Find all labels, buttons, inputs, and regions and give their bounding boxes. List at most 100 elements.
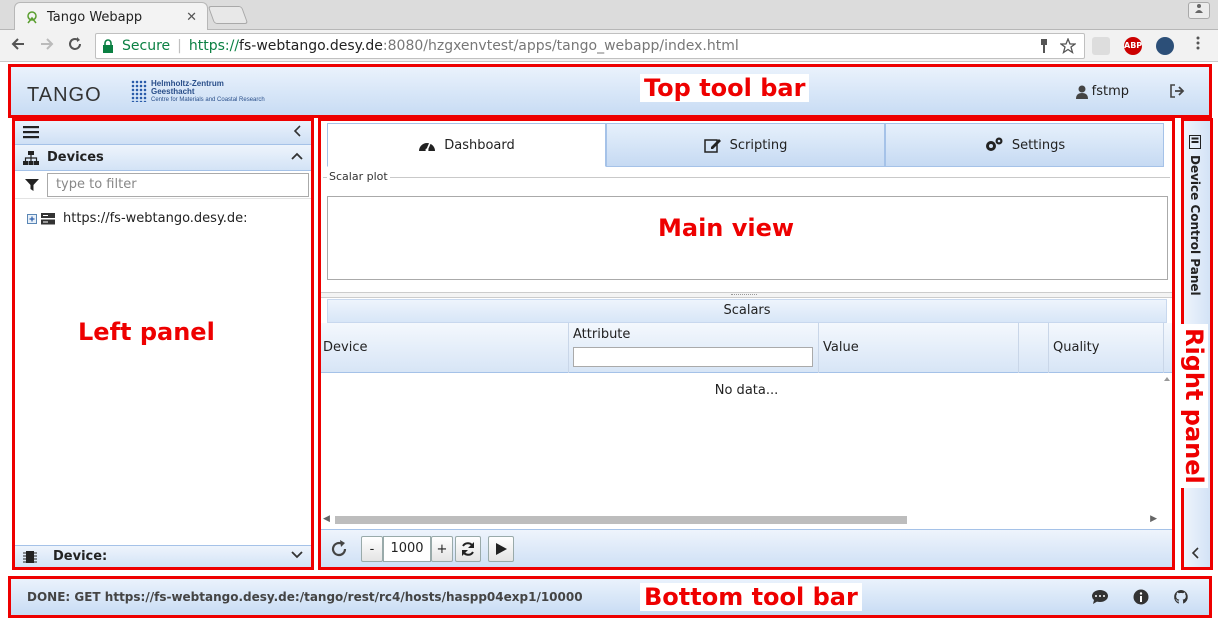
device-panel-icon xyxy=(1189,135,1201,149)
gears-icon xyxy=(985,137,1003,151)
bookmark-star-icon[interactable] xyxy=(1060,38,1076,54)
user-menu[interactable]: fstmp xyxy=(1075,84,1129,99)
column-attribute[interactable]: Attribute xyxy=(569,323,819,373)
tree-item-root[interactable]: https://fs-webtango.desy.de: xyxy=(27,211,248,226)
tango-favicon-icon xyxy=(27,11,37,24)
reload-icon[interactable] xyxy=(65,36,85,56)
server-icon xyxy=(41,212,55,224)
status-message: DONE: GET https://fs-webtango.desy.de:/t… xyxy=(27,590,583,604)
filter-row xyxy=(15,171,311,199)
horizontal-scroll-thumb[interactable] xyxy=(335,516,907,524)
key-icon[interactable] xyxy=(1038,38,1050,54)
github-icon[interactable] xyxy=(1173,589,1189,605)
column-value[interactable]: Value xyxy=(819,323,1019,373)
vertical-scrollbar[interactable] xyxy=(1162,373,1172,519)
annotation-left-label: Left panel xyxy=(74,318,219,346)
forward-arrow-icon[interactable] xyxy=(37,36,57,56)
adblock-icon[interactable]: ABP xyxy=(1124,37,1142,55)
microchip-icon xyxy=(23,550,37,563)
username: fstmp xyxy=(1091,84,1129,99)
browser-toolbar: Secure | https://fs-webtango.desy.de:808… xyxy=(0,30,1218,62)
scroll-left-icon[interactable]: ◀ xyxy=(323,514,330,524)
devices-section-header[interactable]: Devices xyxy=(15,145,311,171)
tab-settings[interactable]: Settings xyxy=(885,123,1164,167)
comments-icon[interactable] xyxy=(1091,589,1109,605)
logout-icon[interactable] xyxy=(1169,83,1185,99)
bottom-tool-bar: DONE: GET https://fs-webtango.desy.de:/t… xyxy=(10,578,1210,616)
device-control-panel-tab[interactable]: Device Control Panel xyxy=(1188,135,1202,296)
edit-icon xyxy=(703,139,721,153)
hamburger-menu-icon[interactable] xyxy=(23,125,39,139)
dashboard-gauge-icon xyxy=(419,142,436,152)
scalars-grid-header: Device Attribute Value Quality xyxy=(321,323,1172,373)
filter-icon xyxy=(25,178,39,191)
browser-tab[interactable]: Tango Webapp ✕ xyxy=(14,2,208,31)
back-arrow-icon[interactable] xyxy=(8,36,28,56)
new-tab-button[interactable] xyxy=(207,6,249,24)
chevron-down-icon[interactable] xyxy=(291,549,303,561)
hzg-dots-icon xyxy=(131,80,147,102)
expand-plus-icon[interactable] xyxy=(27,213,37,224)
scroll-right-icon[interactable]: ▶ xyxy=(1150,514,1157,524)
tab-dashboard[interactable]: Dashboard xyxy=(327,123,606,167)
column-quality[interactable]: Quality xyxy=(1049,323,1164,373)
annotation-top-label: Top tool bar xyxy=(640,74,810,102)
no-data-message: No data... xyxy=(714,383,779,398)
scalars-title: Scalars xyxy=(327,299,1167,323)
browser-menu-icon[interactable] xyxy=(1188,36,1208,56)
omnibox-separator: | xyxy=(177,38,182,54)
tab-dashboard-label: Dashboard xyxy=(444,137,515,153)
browser-tab-title: Tango Webapp xyxy=(47,9,143,25)
tab-settings-label: Settings xyxy=(1011,137,1066,153)
horizontal-scrollbar[interactable]: ◀ ▶ xyxy=(323,514,1169,526)
column-device-label: Device xyxy=(323,340,368,355)
play-icon xyxy=(496,543,507,555)
refresh-icon[interactable] xyxy=(329,539,349,559)
tab-scripting[interactable]: Scripting xyxy=(606,123,885,167)
address-bar[interactable]: Secure | https://fs-webtango.desy.de:808… xyxy=(95,33,1085,59)
url-host: fs-webtango.desy.de xyxy=(239,38,383,54)
extension-globe-icon[interactable] xyxy=(1156,37,1174,55)
secure-label: Secure xyxy=(122,38,171,54)
dashboard-controls: - 1000 + xyxy=(321,529,1172,567)
resize-splitter[interactable] xyxy=(321,292,1172,298)
annotation-right-label: Right panel xyxy=(1180,324,1208,488)
column-attribute-label: Attribute xyxy=(573,327,631,342)
column-device[interactable]: Device xyxy=(321,323,569,373)
expand-right-icon[interactable] xyxy=(1191,547,1201,559)
tree-root-label: https://fs-webtango.desy.de: xyxy=(63,211,248,226)
browser-tab-strip: Tango Webapp ✕ xyxy=(0,0,1218,31)
main-tabs: Dashboard Scripting Settings xyxy=(327,123,1164,167)
device-footer-label: Device: xyxy=(53,549,108,564)
info-icon[interactable] xyxy=(1133,589,1149,605)
top-tool-bar: TANGO Helmholtz-Zentrum Geesthacht Centr… xyxy=(10,66,1210,116)
play-button[interactable] xyxy=(488,536,514,562)
annotation-bottom-label: Bottom tool bar xyxy=(640,583,862,611)
url-path: :8080/hzgxenvtest/apps/tango_webapp/inde… xyxy=(382,38,739,54)
attribute-filter-input[interactable] xyxy=(573,347,813,367)
hzg-line3: Centre for Materials and Coastal Researc… xyxy=(151,97,265,103)
sync-icon xyxy=(462,542,474,556)
column-blank[interactable] xyxy=(1019,323,1049,373)
lock-icon xyxy=(103,39,113,53)
annotation-main-label: Main view xyxy=(654,214,799,242)
decrease-rate-button[interactable]: - xyxy=(361,536,383,562)
column-value-label: Value xyxy=(823,340,859,355)
close-tab-icon[interactable]: ✕ xyxy=(186,10,197,25)
main-view: Dashboard Scripting Settings Scalar plot… xyxy=(320,120,1173,568)
sync-button[interactable] xyxy=(455,536,481,562)
device-filter-input[interactable] xyxy=(46,172,309,197)
extension-icon[interactable] xyxy=(1092,37,1110,55)
user-icon xyxy=(1075,85,1088,99)
sitemap-icon xyxy=(23,150,39,165)
left-panel-header xyxy=(15,121,311,145)
column-quality-label: Quality xyxy=(1053,340,1100,355)
device-section-footer[interactable]: Device: xyxy=(15,545,311,567)
hzg-line2: Geesthacht xyxy=(151,87,195,96)
chevron-up-icon[interactable] xyxy=(291,150,303,162)
browser-user-icon[interactable] xyxy=(1188,2,1210,19)
collapse-left-icon[interactable] xyxy=(293,124,303,138)
scalar-plot-label: Scalar plot xyxy=(327,170,390,183)
refresh-rate-input[interactable]: 1000 xyxy=(383,536,431,562)
increase-rate-button[interactable]: + xyxy=(431,536,453,562)
